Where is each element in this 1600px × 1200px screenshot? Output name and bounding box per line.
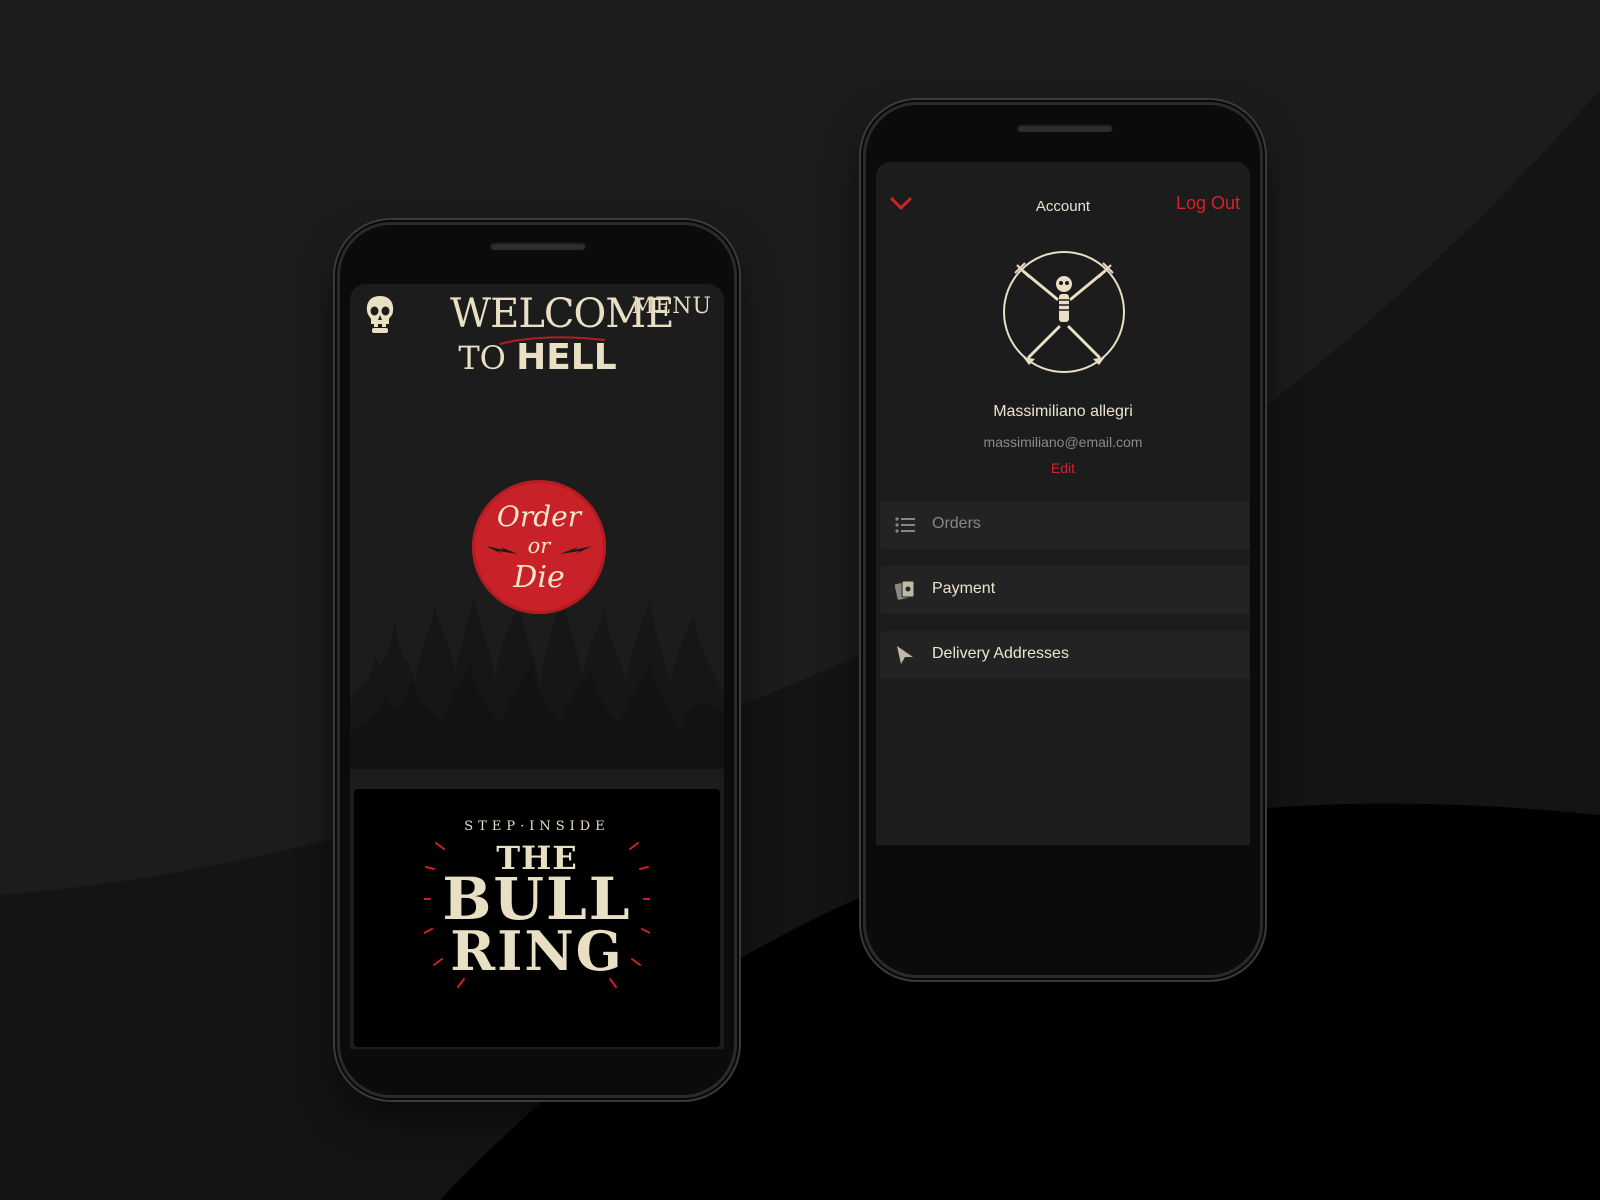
phone-account: Account Log Out Massimiliano allegri mas… [863, 102, 1263, 978]
phone-home: WELCOME TO HELL MENU Order or Die STEP·I… [337, 222, 737, 1098]
welcome-logo: WELCOME TO HELL [450, 291, 674, 392]
list-icon [895, 517, 915, 533]
home-screen: WELCOME TO HELL MENU Order or Die STEP·I… [350, 284, 724, 1049]
user-name: Massimiliano allegri [993, 403, 1133, 420]
flames-illustration [350, 594, 724, 784]
order-line1: Order [496, 500, 582, 533]
menu-item-label: Delivery Addresses [932, 645, 1069, 662]
welcome-line1: WELCOME [450, 291, 674, 337]
phone-speaker [490, 242, 586, 250]
lightning-bolt-icon [560, 546, 592, 554]
bull-ring-ring: RING [450, 919, 624, 983]
welcome-swoosh [499, 336, 606, 345]
menu-item-label: Orders [932, 515, 981, 532]
background-swoosh [0, 0, 1600, 1200]
order-or-die-button[interactable]: Order or Die [472, 480, 606, 614]
edit-profile-link[interactable]: Edit [876, 460, 1250, 476]
cards-icon [894, 580, 915, 600]
menu-item-payment[interactable]: Payment [880, 566, 1250, 614]
menu-button[interactable]: MENU [632, 294, 712, 319]
avatar[interactable] [1001, 249, 1127, 375]
menu-item-label: Payment [932, 580, 996, 597]
account-screen: Account Log Out Massimiliano allegri mas… [876, 162, 1250, 845]
phone-speaker [1017, 124, 1113, 132]
order-line3: Die [513, 560, 565, 595]
user-email: massimiliano@email.com [983, 434, 1143, 450]
bull-ring-banner[interactable]: STEP·INSIDE THE BULL RING [354, 789, 720, 1047]
bull-ring-step-inside: STEP·INSIDE [464, 819, 610, 834]
menu-item-delivery-addresses[interactable]: Delivery Addresses [880, 631, 1250, 679]
location-arrow-icon [897, 646, 913, 664]
logout-button[interactable]: Log Out [1176, 193, 1240, 214]
menu-item-orders[interactable]: Orders [880, 501, 1250, 549]
bull-ring-logo: STEP·INSIDE THE BULL RING [424, 819, 650, 999]
skull-icon[interactable] [364, 294, 396, 336]
